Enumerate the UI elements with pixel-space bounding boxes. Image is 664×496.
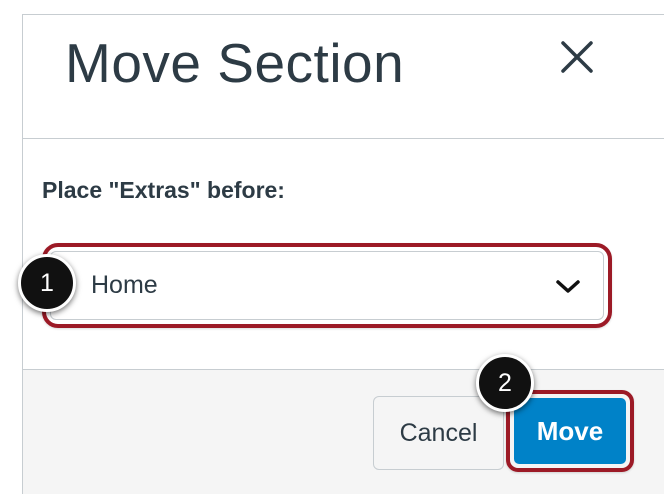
screenshot-stage: Move Section Place "Extras" before: Home… bbox=[0, 0, 664, 496]
close-icon bbox=[561, 41, 593, 73]
step-badge-2: 2 bbox=[476, 354, 534, 412]
select-value: Home bbox=[91, 271, 158, 299]
close-button[interactable] bbox=[557, 37, 597, 77]
dialog-title: Move Section bbox=[65, 32, 405, 94]
placement-field-label: Place "Extras" before: bbox=[42, 177, 285, 203]
chevron-down-icon bbox=[556, 280, 580, 293]
cancel-button[interactable]: Cancel bbox=[373, 396, 504, 470]
move-button[interactable]: Move bbox=[514, 398, 626, 464]
placement-select[interactable]: Home bbox=[50, 251, 604, 320]
step-badge-1: 1 bbox=[18, 254, 76, 312]
dialog-header: Move Section bbox=[23, 15, 664, 139]
